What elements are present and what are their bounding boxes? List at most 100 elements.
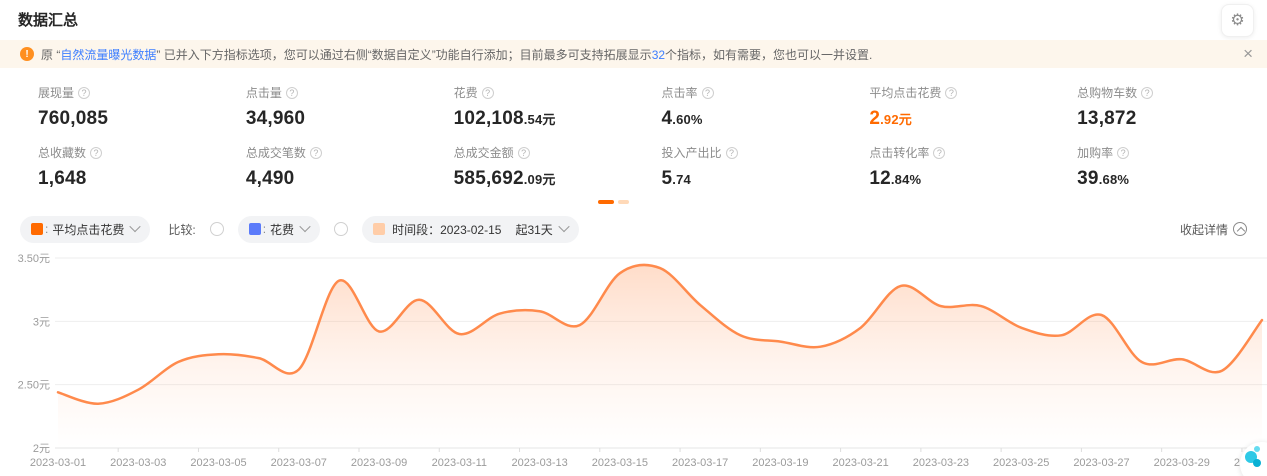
help-icon[interactable]: ? bbox=[933, 147, 945, 159]
help-icon[interactable]: ? bbox=[78, 87, 90, 99]
metric-card[interactable]: 总成交笔数? 4,490 bbox=[228, 144, 436, 204]
metric-label: 点击转化率 bbox=[869, 144, 929, 161]
swatch-colon: : bbox=[263, 222, 266, 236]
metric-card[interactable]: 花费? 102,108.54元 bbox=[436, 84, 644, 144]
period-select-dropdown[interactable]: 时间段：2023-02-15 起31天 bbox=[362, 216, 579, 243]
metric-value-decimal: .92元 bbox=[880, 112, 912, 127]
close-icon[interactable]: × bbox=[1237, 42, 1259, 66]
x-axis-tick-label: 2023-03-03 bbox=[110, 457, 166, 469]
period-select-label: 时间段：2023-02-15 bbox=[392, 221, 501, 238]
metric-card[interactable]: 总成交金额?585,692.09元 bbox=[436, 144, 644, 204]
swatch-colon: : bbox=[45, 222, 48, 236]
metric-label: 总成交笔数 bbox=[246, 144, 306, 161]
metric-value: 102,108.54元 bbox=[454, 108, 644, 130]
gear-icon: ⚙ bbox=[1230, 13, 1244, 29]
help-icon[interactable]: ? bbox=[518, 147, 530, 159]
metric-label: 投入产出比 bbox=[661, 144, 721, 161]
metric-value-int: 5 bbox=[661, 168, 672, 189]
y-axis-tick-label: 3.50元 bbox=[18, 253, 50, 265]
compare-select-dropdown[interactable]: : 花费 bbox=[238, 216, 320, 243]
x-axis-tick-label: 2023-03-23 bbox=[913, 457, 969, 469]
metric-value: 1,648 bbox=[38, 168, 228, 190]
help-icon[interactable]: ? bbox=[945, 87, 957, 99]
notice-link[interactable]: 自然流量曝光数据 bbox=[60, 48, 156, 62]
metric-value: 760,085 bbox=[38, 108, 228, 130]
pagination-dash-inactive[interactable] bbox=[618, 200, 629, 204]
metric-value: 39.68% bbox=[1077, 168, 1267, 190]
period-swatch bbox=[373, 223, 385, 235]
metric-value-int: 34,960 bbox=[246, 108, 305, 129]
metric-value: 4.60% bbox=[661, 108, 851, 130]
metric-value-int: 12 bbox=[869, 168, 891, 189]
metric-value-int: 1,648 bbox=[38, 168, 87, 189]
metric-value-int: 4,490 bbox=[246, 168, 295, 189]
metric-card[interactable]: 总收藏数?1,648 bbox=[20, 144, 228, 204]
chevron-down-icon bbox=[299, 221, 310, 232]
x-axis-tick-label: 2023-03-27 bbox=[1073, 457, 1129, 469]
help-icon[interactable]: ? bbox=[482, 87, 494, 99]
metric-card[interactable]: 点击转化率?12.84% bbox=[851, 144, 1059, 204]
chevron-down-icon bbox=[130, 221, 141, 232]
pagination-dash-active[interactable] bbox=[598, 200, 614, 204]
metric-value-decimal: .54元 bbox=[524, 112, 556, 127]
metric-label: 加购率 bbox=[1077, 144, 1113, 161]
x-axis-tick-label: 2023-03-29 bbox=[1154, 457, 1210, 469]
notice-middle: ” 已并入下方指标选项，您可以通过右侧“数据自定义”功能自行添加；目前最多可支持… bbox=[156, 48, 651, 62]
metric-value: 585,692.09元 bbox=[454, 168, 644, 190]
x-axis-tick-label: 2023-03-05 bbox=[190, 457, 246, 469]
metric-value: 4,490 bbox=[246, 168, 436, 190]
help-icon[interactable]: ? bbox=[310, 147, 322, 159]
metric-value: 2.92元 bbox=[869, 108, 1059, 130]
metric-label: 展现量 bbox=[38, 84, 74, 101]
compare-radio-2[interactable] bbox=[334, 222, 348, 236]
metric-label: 花费 bbox=[454, 84, 478, 101]
notice-prefix: 原 “ bbox=[41, 48, 60, 62]
metric-card[interactable]: 平均点击花费? 2.92元 bbox=[851, 84, 1059, 144]
x-axis-tick-label: 2023-03-13 bbox=[511, 457, 567, 469]
metric-card[interactable]: 总购物车数?13,872 bbox=[1059, 84, 1267, 144]
metric-label: 总收藏数 bbox=[38, 144, 86, 161]
help-icon[interactable]: ? bbox=[1117, 147, 1129, 159]
area-fill bbox=[58, 265, 1262, 448]
metric-label: 点击率 bbox=[661, 84, 697, 101]
help-icon[interactable]: ? bbox=[1141, 87, 1153, 99]
x-axis-tick-label: 2023-03-19 bbox=[752, 457, 808, 469]
collapse-details-button[interactable]: 收起详情 bbox=[1180, 221, 1247, 238]
data-summary-panel: 数据汇总 ⚙ ! 原 “自然流量曝光数据” 已并入下方指标选项，您可以通过右侧“… bbox=[0, 0, 1267, 476]
y-axis-tick-label: 2.50元 bbox=[18, 380, 50, 392]
notice-text: 原 “自然流量曝光数据” 已并入下方指标选项，您可以通过右侧“数据自定义”功能自… bbox=[41, 46, 872, 63]
metrics-grid: 展现量?760,085点击量?34,960花费?102,108.54元点击率?4… bbox=[20, 84, 1267, 204]
help-icon[interactable]: ? bbox=[90, 147, 102, 159]
compare-label: 比较: bbox=[168, 221, 195, 238]
x-axis-tick-label: 2023-03-15 bbox=[592, 457, 648, 469]
metric-card[interactable]: 点击量? 34,960 bbox=[228, 84, 436, 144]
y-axis-tick-label: 3元 bbox=[33, 316, 50, 328]
compare-radio-1[interactable] bbox=[210, 222, 224, 236]
metric-value-decimal: .60% bbox=[672, 112, 702, 127]
notice-suffix: 个指标，如有需要，您也可以一并设置. bbox=[665, 48, 872, 62]
x-axis-tick-label: 2023-03-25 bbox=[993, 457, 1049, 469]
metric-label: 平均点击花费 bbox=[869, 84, 941, 101]
data-customize-button[interactable]: ⚙ bbox=[1221, 4, 1254, 37]
metric-select-label: 平均点击花费 bbox=[52, 221, 124, 238]
compare-select-label: 花费 bbox=[270, 221, 294, 238]
metric-swatch bbox=[31, 223, 43, 235]
metric-value-int: 585,692 bbox=[454, 168, 524, 189]
help-icon[interactable]: ? bbox=[702, 87, 714, 99]
metric-card[interactable]: 投入产出比?5.74 bbox=[643, 144, 851, 204]
metric-card[interactable]: 加购率? 39.68% bbox=[1059, 144, 1267, 204]
x-axis-tick-label: 2023-03-17 bbox=[672, 457, 728, 469]
metric-value-int: 102,108 bbox=[454, 108, 524, 129]
metric-value-decimal: .68% bbox=[1099, 172, 1129, 187]
chart-controls: : 平均点击花费 比较: : 花费 时间段：2023-02-15 起31天 收起… bbox=[20, 215, 1247, 243]
widget-glyph bbox=[1253, 459, 1261, 467]
help-icon[interactable]: ? bbox=[726, 147, 738, 159]
metric-card[interactable]: 展现量? 760,085 bbox=[20, 84, 228, 144]
metric-label: 点击量 bbox=[246, 84, 282, 101]
widget-glyph bbox=[1254, 446, 1260, 452]
chevron-down-icon bbox=[558, 221, 569, 232]
metric-select-dropdown[interactable]: : 平均点击花费 bbox=[20, 216, 150, 243]
notice-banner: ! 原 “自然流量曝光数据” 已并入下方指标选项，您可以通过右侧“数据自定义”功… bbox=[0, 40, 1267, 68]
help-icon[interactable]: ? bbox=[286, 87, 298, 99]
metric-card[interactable]: 点击率? 4.60% bbox=[643, 84, 851, 144]
